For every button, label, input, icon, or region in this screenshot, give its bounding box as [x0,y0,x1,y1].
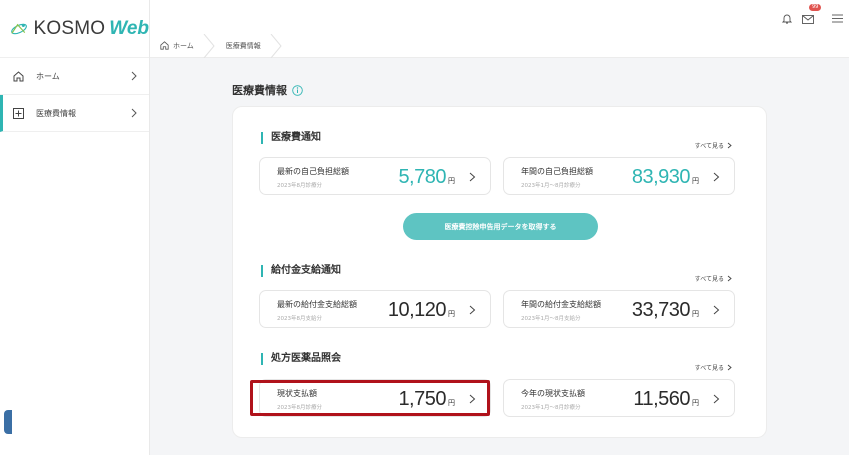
tile-unit: 円 [692,177,699,185]
tile-annual-benefit[interactable]: 年間の給付金支給総額 2023年1月～8月支給分 33,730 円 [503,290,735,328]
tile-label: 年間の自己負担総額 [521,167,593,176]
plus-square-icon [12,107,24,119]
tile-value: 10,120 [387,299,447,321]
top-bar: 99 [150,0,849,34]
tile-period: 2023年1月～8月診療分 [521,183,581,189]
bell-icon[interactable] [782,13,792,24]
tile-value: 11,560 [633,388,690,410]
tile-period: 2023年1月～8月診療分 [521,405,581,411]
mail-icon [802,15,814,24]
chevron-right-icon [131,71,137,81]
section-title-prescription-inquiry: 処方医薬品照会 [261,353,341,365]
see-all-label: すべて見る [694,276,724,283]
tile-label: 最新の給付金支給総額 [277,300,357,309]
header-icons: 99 [782,4,843,28]
chevron-right-icon [469,172,476,182]
see-all-label: すべて見る [694,365,724,372]
sidebar-item-home[interactable]: ホーム [0,58,149,95]
tile-annual-current-payment[interactable]: 今年の現状支払額 2023年1月～8月診療分 11,560 円 [503,379,735,417]
tile-value: 33,730 [631,299,691,321]
section-title-medical-notice: 医療費通知 [261,132,321,144]
tile-unit: 円 [448,177,455,185]
decorative-edge [4,410,12,434]
sidebar-item-label: ホーム [36,71,60,81]
chevron-right-icon [469,305,476,315]
logo[interactable]: KOSMO Web [0,0,149,58]
tile-value: 5,780 [398,166,446,188]
breadcrumb-separator [270,33,282,58]
breadcrumb-label: 医療費情報 [225,41,261,50]
notification-badge: 99 [809,4,822,11]
chevron-right-icon [131,108,137,118]
breadcrumb-separator [203,33,215,58]
tile-label: 今年の現状支払額 [521,389,585,398]
tile-label: 年間の給付金支給総額 [521,300,601,309]
see-all-link-medical-notice[interactable]: すべて見る [695,141,732,150]
tile-unit: 円 [448,310,455,318]
tile-period: 2023年8月支給分 [277,316,322,322]
chevron-right-icon [727,364,732,371]
tile-latest-benefit[interactable]: 最新の給付金支給総額 2023年8月支給分 10,120 円 [259,290,491,328]
tile-value: 83,930 [631,166,691,188]
page-title: 医療費情報 [232,82,303,98]
tile-label: 最新の自己負担総額 [277,167,349,176]
highlight-box [250,380,490,416]
sidebar: KOSMO Web ホーム 医療費情報 [0,0,150,455]
chevron-right-icon [713,172,720,182]
breadcrumb-home[interactable]: ホーム [150,33,216,58]
tile-unit: 円 [692,399,699,407]
sidebar-item-label: 医療費情報 [36,108,76,118]
kosmo-logo-icon [11,23,27,34]
breadcrumb-current: 医療費情報 [216,33,283,58]
chevron-right-icon [727,142,732,149]
tile-period: 2023年8月診療分 [277,183,322,189]
get-deduction-data-button[interactable]: 医療費控除申告用データを取得する [403,213,598,240]
message-button[interactable]: 99 [802,4,822,28]
home-icon [12,70,24,82]
breadcrumb: ホーム 医療費情報 [150,33,849,58]
chevron-right-icon [713,305,720,315]
tile-latest-copay[interactable]: 最新の自己負担総額 2023年8月診療分 5,780 円 [259,157,491,195]
breadcrumb-label: ホーム [173,41,194,50]
see-all-link-prescription[interactable]: すべて見る [695,363,732,372]
see-all-label: すべて見る [694,143,724,150]
see-all-link-benefit-notice[interactable]: すべて見る [695,274,732,283]
section-title-benefit-notice: 給付金支給通知 [261,265,341,277]
home-icon [160,41,169,50]
info-icon[interactable] [292,84,303,96]
chevron-right-icon [727,275,732,282]
chevron-right-icon [713,394,720,404]
logo-text: KOSMO [33,17,106,39]
sidebar-item-medical-info[interactable]: 医療費情報 [0,95,149,132]
logo-web-text: Web [109,17,149,39]
tile-unit: 円 [692,310,699,318]
page-title-text: 医療費情報 [232,84,287,97]
tile-period: 2023年1月～8月支給分 [521,316,581,322]
menu-icon[interactable] [832,14,843,23]
tile-annual-copay[interactable]: 年間の自己負担総額 2023年1月～8月診療分 83,930 円 [503,157,735,195]
